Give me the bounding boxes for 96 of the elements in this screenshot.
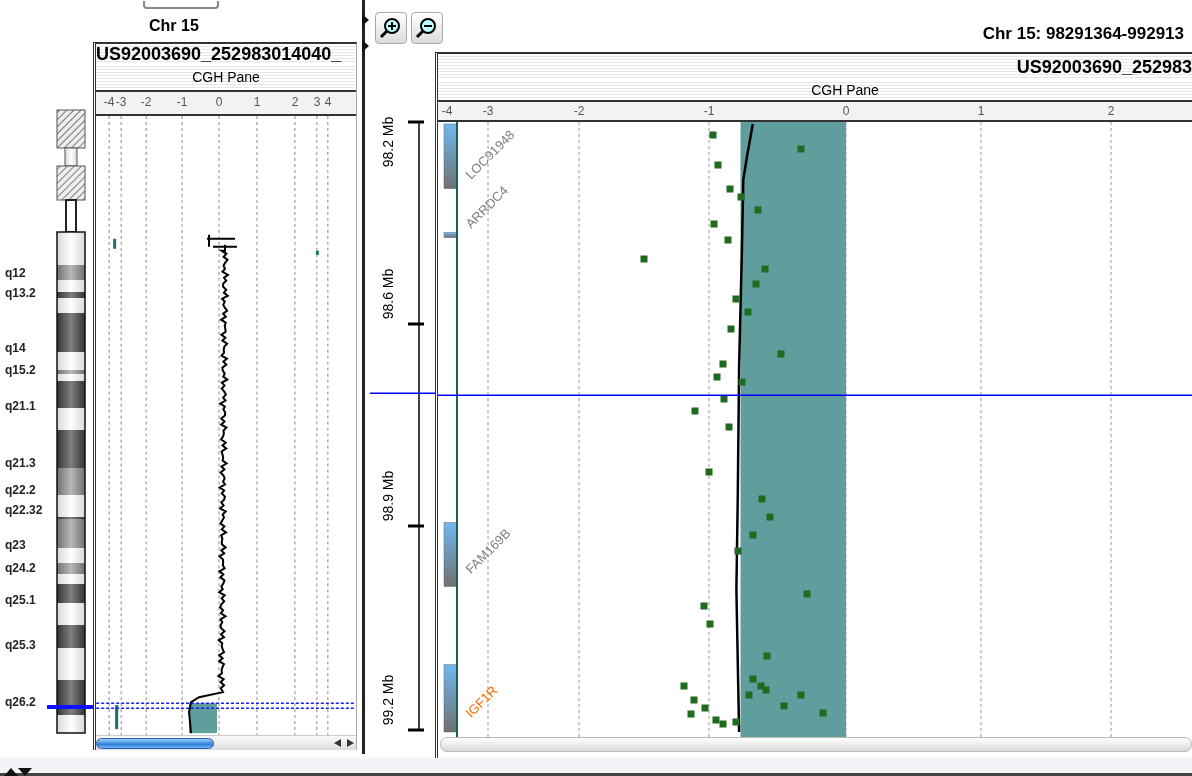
data-point [763,652,771,660]
axis-tick-label: 1 [977,104,985,118]
data-point [680,682,688,690]
chromosome-title: Chr 15 [149,17,199,35]
axis-tick-label: 3 [313,94,321,109]
data-point [819,709,827,717]
data-point [737,193,745,201]
band-label: q12 [5,266,26,280]
band-label: q23 [5,538,26,552]
data-point [714,161,722,169]
data-point [754,206,762,214]
data-point [720,395,728,403]
data-point [738,378,746,386]
zoom-out-icon [415,16,439,40]
data-point [744,308,752,316]
band-label: q24.2 [5,561,36,575]
zoom-in-icon [379,16,403,40]
data-point [777,350,785,358]
axis-tick-label: 2 [291,94,299,109]
axis-tick-label: -1 [176,94,188,109]
data-point [709,131,717,139]
cursor-line[interactable] [370,392,435,395]
zoom-in-button[interactable] [375,12,407,44]
band-label: q21.3 [5,456,36,470]
band-label: q22.32 [5,503,43,517]
data-point [803,590,811,598]
data-point [705,468,713,476]
data-point [752,280,760,288]
data-point [797,145,805,153]
data-point [701,704,709,712]
axis-tick-label: -3 [115,94,127,109]
axis-tick-label: 0 [215,94,223,109]
axis-tick-label: 4 [324,94,332,109]
data-point [749,531,757,539]
data-point [724,236,732,244]
band-label: q14 [5,341,26,355]
data-point [797,691,805,699]
axis-tick-label: -2 [140,94,152,109]
data-point [780,702,788,710]
axis-tick-label: 98.9 Mb [380,470,396,522]
band-label: q21.1 [5,399,36,413]
data-point [710,220,718,228]
axis-tick-label: -3 [482,104,494,118]
scroll-arrows-icon[interactable] [332,738,356,748]
data-point [766,513,774,521]
gene-bar[interactable] [443,232,458,238]
splitter-arrows-icon[interactable] [362,14,370,52]
band-label: q13.2 [5,286,36,300]
band-label: q15.2 [5,363,36,377]
sample-name: US92003690_252983 [1016,56,1192,78]
region-title: Chr 15: 98291364-992913 [982,24,1184,44]
data-point [687,710,695,718]
scrollbar[interactable] [96,735,356,750]
axis-tick-label: 99.2 Mb [380,674,396,726]
band-label: q25.3 [5,638,36,652]
scroll-thumb[interactable] [96,737,214,749]
data-point [726,185,734,193]
axis-tick-label: -4 [441,104,453,118]
zoom-out-button[interactable] [411,12,443,44]
axis-tick-label: 98.6 Mb [380,268,396,320]
axis-tick-label: 98.2 Mb [380,116,396,168]
probe-mark [113,238,117,249]
scrollbar[interactable] [440,737,1192,752]
data-point [732,718,740,726]
data-point [734,547,742,555]
axis-tick-label: 0 [842,104,850,118]
pane-title: CGH Pane [811,82,879,98]
probe-mark [315,250,319,255]
sample-name: US92003690_252983014040_ [96,44,356,64]
data-point [727,325,735,333]
axis-tick-label: 2 [1107,104,1115,118]
pane-title: CGH Pane [192,68,260,85]
data-point [700,602,708,610]
data-point [706,620,714,628]
axis-tick-label: 1 [253,94,261,109]
data-point [758,495,766,503]
band-label: q22.2 [5,483,36,497]
band-label: q26.2 [5,695,36,709]
data-point [761,265,769,273]
axis-tick-label: -2 [573,104,585,118]
data-point [713,373,721,381]
data-point [691,407,699,415]
data-point [690,696,698,704]
splitter-arrows-icon[interactable] [4,767,34,776]
data-point [719,360,727,368]
data-point [745,691,753,699]
data-point [725,423,733,431]
band-label: q25.1 [5,593,36,607]
cursor-line[interactable] [96,702,356,709]
axis-tick-label: -4 [103,94,115,109]
position-marker[interactable] [47,705,93,709]
data-point [640,255,648,263]
axis-tick-label: -1 [703,104,715,118]
cursor-line[interactable] [438,394,1192,397]
data-point [732,295,740,303]
probe-mark [115,705,119,729]
